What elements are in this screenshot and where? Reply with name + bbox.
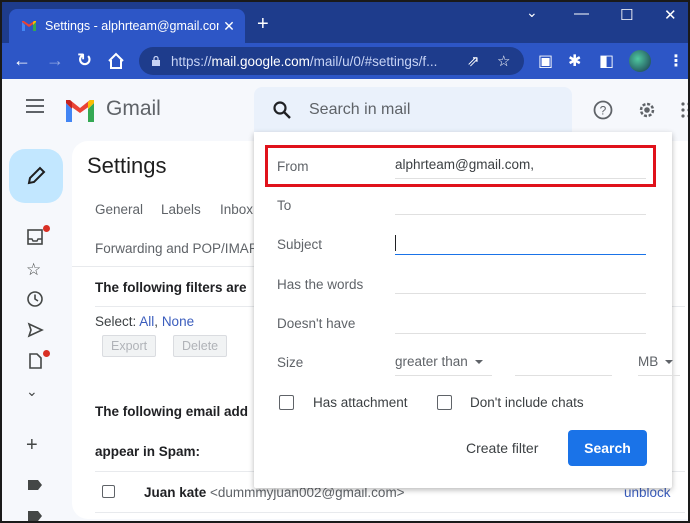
url-prefix: https:// xyxy=(171,53,212,69)
side-panel-icon[interactable]: ◧ xyxy=(599,51,614,71)
delete-button[interactable]: Delete xyxy=(173,335,228,357)
has-words-label: Has the words xyxy=(277,277,364,292)
chrome-menu-icon[interactable]: ⋮ xyxy=(668,51,684,71)
from-field-highlight xyxy=(265,145,656,187)
browser-tab[interactable]: Settings - alphrteam@gmail.com ✕ xyxy=(9,9,245,43)
exclude-chats-checkbox[interactable] xyxy=(437,395,452,410)
apps-grid-icon[interactable] xyxy=(680,100,690,120)
size-operator-value: greater than xyxy=(395,354,468,369)
dropdown-caret-icon xyxy=(474,360,483,365)
tab-labels[interactable]: Labels xyxy=(161,202,201,217)
blocked-sender-name: Juan kate xyxy=(144,485,207,500)
extensions-puzzle-icon[interactable]: ✱ xyxy=(568,51,581,71)
blocked-row-checkbox[interactable] xyxy=(102,485,115,498)
svg-text:?: ? xyxy=(600,104,607,118)
screenshot-extension-icon[interactable]: ▣ xyxy=(538,51,553,71)
search-bar[interactable]: Search in mail xyxy=(254,87,572,133)
select-all-link[interactable]: All xyxy=(139,314,154,329)
exclude-chats-label: Don't include chats xyxy=(470,395,584,410)
url-host: mail.google.com xyxy=(211,53,310,69)
minimize-icon[interactable]: — xyxy=(574,5,589,22)
address-bar[interactable]: https://mail.google.com/mail/u/0/#settin… xyxy=(139,47,524,75)
more-chevron-icon[interactable]: ⌄ xyxy=(26,383,44,401)
gmail-favicon-icon xyxy=(22,21,36,31)
has-words-input[interactable] xyxy=(395,272,646,294)
search-icon[interactable] xyxy=(272,100,292,120)
to-label: To xyxy=(277,198,292,213)
label-icon[interactable] xyxy=(26,476,44,494)
page-title: Settings xyxy=(87,153,167,178)
forward-arrow-icon[interactable]: → xyxy=(46,50,64,70)
size-operator-dropdown[interactable]: greater than xyxy=(395,354,492,376)
sent-icon[interactable] xyxy=(26,321,44,339)
select-row: Select: All, None xyxy=(95,314,194,329)
drafts-icon[interactable] xyxy=(26,352,44,370)
back-arrow-icon[interactable]: ← xyxy=(13,50,31,70)
row-divider xyxy=(95,512,685,513)
compose-button[interactable] xyxy=(9,149,63,203)
new-tab-button[interactable]: + xyxy=(257,14,269,34)
subject-label: Subject xyxy=(277,237,323,252)
maximize-icon[interactable]: ☐ xyxy=(620,6,633,24)
search-input[interactable]: Search in mail xyxy=(309,101,410,119)
help-icon[interactable]: ? xyxy=(593,100,613,120)
profile-avatar[interactable] xyxy=(629,50,651,72)
size-label: Size xyxy=(277,355,304,370)
tab-inbox[interactable]: Inbox xyxy=(220,202,253,217)
filters-heading: The following filters are xyxy=(95,280,247,295)
has-attachment-checkbox[interactable] xyxy=(279,395,294,410)
inbox-notification-dot xyxy=(43,225,50,232)
gmail-logo-icon xyxy=(66,100,94,122)
doesnt-have-label: Doesn't have xyxy=(277,316,356,331)
tab-close-icon[interactable]: ✕ xyxy=(219,18,239,35)
create-label-plus-icon[interactable]: + xyxy=(26,435,44,455)
select-separator: , xyxy=(154,314,162,329)
label-icon[interactable] xyxy=(26,507,44,523)
has-attachment-label: Has attachment xyxy=(313,395,408,410)
main-menu-icon[interactable] xyxy=(26,99,44,117)
tab-general[interactable]: General xyxy=(95,202,143,217)
blocked-heading-cont: appear in Spam: xyxy=(95,444,201,459)
settings-gear-icon[interactable] xyxy=(637,100,657,120)
select-label: Select: xyxy=(95,314,140,329)
select-none-link[interactable]: None xyxy=(162,314,194,329)
create-filter-button[interactable]: Create filter xyxy=(466,440,538,456)
snoozed-clock-icon[interactable] xyxy=(26,290,44,308)
size-value-input[interactable] xyxy=(515,354,612,376)
browser-titlebar: Settings - alphrteam@gmail.com ✕ + ⌄ — ☐… xyxy=(2,2,688,43)
reload-icon[interactable]: ↻ xyxy=(77,50,92,70)
size-unit-dropdown[interactable]: MB xyxy=(638,354,680,376)
pencil-icon xyxy=(27,166,46,185)
starred-icon[interactable]: ☆ xyxy=(26,260,44,279)
dropdown-caret-icon xyxy=(665,360,674,365)
home-icon[interactable] xyxy=(107,52,125,70)
doesnt-have-input[interactable] xyxy=(395,312,646,334)
to-input[interactable] xyxy=(395,193,646,215)
share-icon[interactable]: ⇗ xyxy=(467,52,480,70)
browser-toolbar: ← → ↻ https://mail.google.com/mail/u/0/#… xyxy=(2,43,688,79)
drafts-notification-dot xyxy=(43,350,50,357)
search-button[interactable]: Search xyxy=(568,430,647,466)
screen: Settings - alphrteam@gmail.com ✕ + ⌄ — ☐… xyxy=(0,0,690,523)
window-close-icon[interactable]: ✕ xyxy=(664,6,677,24)
lock-icon xyxy=(152,56,160,66)
size-unit-value: MB xyxy=(638,354,659,369)
tab-search-chevron-icon[interactable]: ⌄ xyxy=(526,4,538,21)
blocked-heading: The following email add xyxy=(95,404,249,419)
tab-title: Settings - alphrteam@gmail.com xyxy=(45,19,219,33)
bookmark-star-icon[interactable]: ☆ xyxy=(497,52,510,70)
tab-forwarding-pop-imap[interactable]: Forwarding and POP/IMAP xyxy=(95,241,258,256)
export-button[interactable]: Export xyxy=(102,335,157,357)
gmail-wordmark: Gmail xyxy=(106,97,161,120)
subject-input[interactable] xyxy=(395,233,646,255)
inbox-icon[interactable] xyxy=(26,228,44,246)
url-path: /mail/u/0/#settings/f... xyxy=(309,53,438,69)
